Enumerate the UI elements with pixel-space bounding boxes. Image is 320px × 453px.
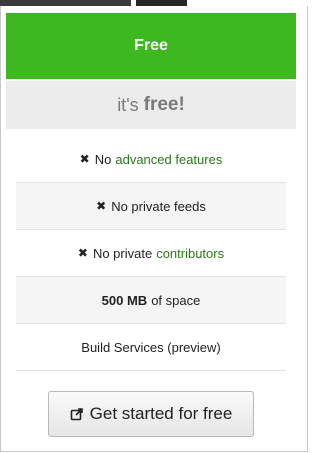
contributors-link[interactable]: contributors bbox=[156, 246, 224, 261]
feature-build-services: Build Services (preview) bbox=[16, 323, 286, 370]
storage-suffix: of space bbox=[151, 292, 201, 308]
plan-name: Free bbox=[134, 37, 168, 54]
feature-text: No private feeds bbox=[111, 198, 206, 214]
x-icon: ✖ bbox=[96, 199, 107, 213]
x-icon: ✖ bbox=[79, 152, 90, 166]
external-link-icon bbox=[70, 408, 83, 421]
x-icon: ✖ bbox=[77, 246, 88, 260]
storage-amount: 500 MB bbox=[101, 292, 148, 308]
plan-price-banner: it's free! bbox=[6, 81, 296, 129]
window-top-strip bbox=[0, 0, 308, 6]
feature-storage: 500 MB of space bbox=[16, 276, 286, 323]
feature-text: Build Services (preview) bbox=[81, 339, 221, 355]
feature-text: No private bbox=[92, 245, 153, 261]
feature-private-feeds: ✖ No private feeds bbox=[16, 182, 286, 229]
feature-text: No bbox=[94, 151, 112, 167]
get-started-label: Get started for free bbox=[89, 404, 233, 423]
top-strip-segment bbox=[136, 0, 187, 6]
plan-name-header: Free bbox=[6, 13, 296, 79]
advanced-features-link[interactable]: advanced features bbox=[115, 152, 222, 167]
feature-advanced-features: ✖ No advanced features bbox=[16, 136, 286, 182]
get-started-button[interactable]: Get started for free bbox=[48, 391, 254, 437]
feature-list: ✖ No advanced features ✖ No private feed… bbox=[16, 136, 286, 370]
feature-private-contributors: ✖ No private contributors bbox=[16, 229, 286, 276]
price-prefix: it's bbox=[117, 94, 139, 115]
cta-section: Get started for free bbox=[16, 370, 286, 453]
top-strip-segment bbox=[0, 0, 131, 6]
price-value: free! bbox=[143, 94, 185, 115]
